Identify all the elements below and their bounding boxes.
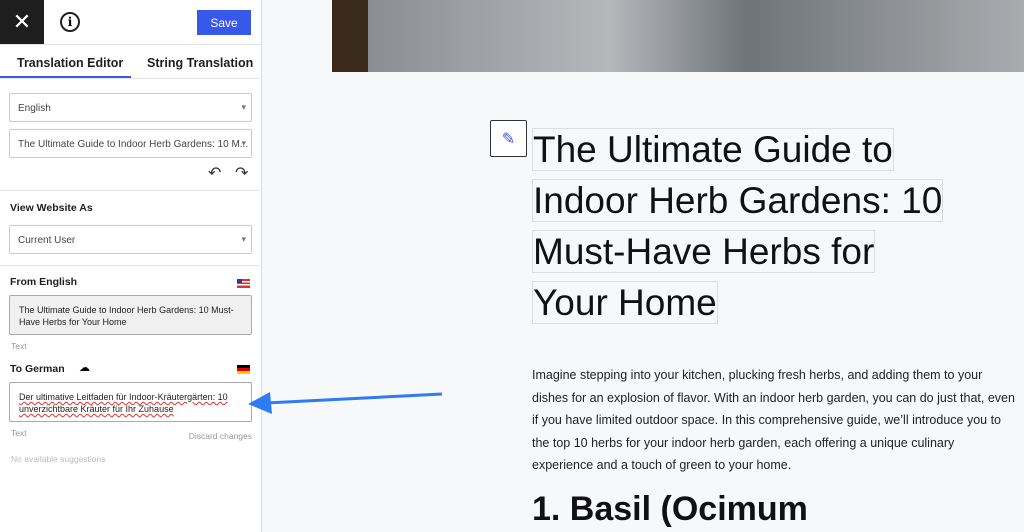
save-button[interactable]: Save bbox=[197, 10, 251, 35]
translation-sidebar: ✕ i Save Translation Editor String Trans… bbox=[0, 0, 262, 532]
view-as-label: View Website As bbox=[10, 202, 93, 214]
tab-translation-editor[interactable]: Translation Editor bbox=[17, 56, 123, 70]
translation-text-area[interactable]: Der ultimative Leitfaden für Indoor-Kräu… bbox=[9, 382, 252, 422]
us-flag-icon bbox=[237, 279, 250, 288]
discard-changes-link[interactable]: Discard changes bbox=[189, 431, 252, 441]
title-line[interactable]: Must-Have Herbs for bbox=[532, 230, 876, 273]
string-select[interactable]: The Ultimate Guide to Indoor Herb Garden… bbox=[9, 129, 252, 158]
title-line[interactable]: The Ultimate Guide to bbox=[532, 128, 894, 171]
view-as-select[interactable]: Current User bbox=[9, 225, 252, 254]
section-heading[interactable]: 1. Basil (Ocimum bbox=[532, 490, 808, 529]
intro-paragraph[interactable]: Imagine stepping into your kitchen, pluc… bbox=[532, 364, 1017, 477]
info-icon[interactable]: i bbox=[60, 12, 80, 32]
title-line[interactable]: Your Home bbox=[532, 281, 718, 324]
cloud-upload-icon[interactable]: ☁ bbox=[79, 361, 90, 374]
translation-type-label: Text bbox=[11, 428, 27, 438]
german-flag-icon bbox=[237, 365, 250, 374]
post-title[interactable]: The Ultimate Guide to Indoor Herb Garden… bbox=[532, 124, 1002, 328]
source-text-area: The Ultimate Guide to Indoor Herb Garden… bbox=[9, 295, 252, 335]
redo-icon[interactable]: ↷ bbox=[235, 163, 248, 183]
pencil-icon: ✎ bbox=[501, 130, 516, 148]
close-button[interactable]: ✕ bbox=[0, 0, 44, 44]
website-preview: ✎ The Ultimate Guide to Indoor Herb Gard… bbox=[262, 0, 1024, 532]
suggestions-text: No available suggestions bbox=[11, 454, 106, 464]
close-icon: ✕ bbox=[12, 9, 32, 34]
undo-icon[interactable]: ↶ bbox=[208, 163, 221, 183]
annotation-arrow bbox=[248, 392, 443, 414]
divider bbox=[0, 78, 262, 79]
source-type-label: Text bbox=[11, 341, 27, 351]
from-language-label: From English bbox=[10, 276, 78, 288]
edit-pencil-button[interactable]: ✎ bbox=[490, 120, 527, 157]
divider bbox=[0, 44, 262, 45]
title-line[interactable]: Indoor Herb Gardens: 10 bbox=[532, 179, 944, 222]
to-language-label: To German bbox=[10, 363, 65, 375]
divider bbox=[0, 265, 262, 266]
language-select[interactable]: English bbox=[9, 93, 252, 122]
divider bbox=[0, 190, 262, 191]
hero-image bbox=[332, 0, 1024, 72]
tab-string-translation[interactable]: String Translation bbox=[147, 56, 253, 70]
